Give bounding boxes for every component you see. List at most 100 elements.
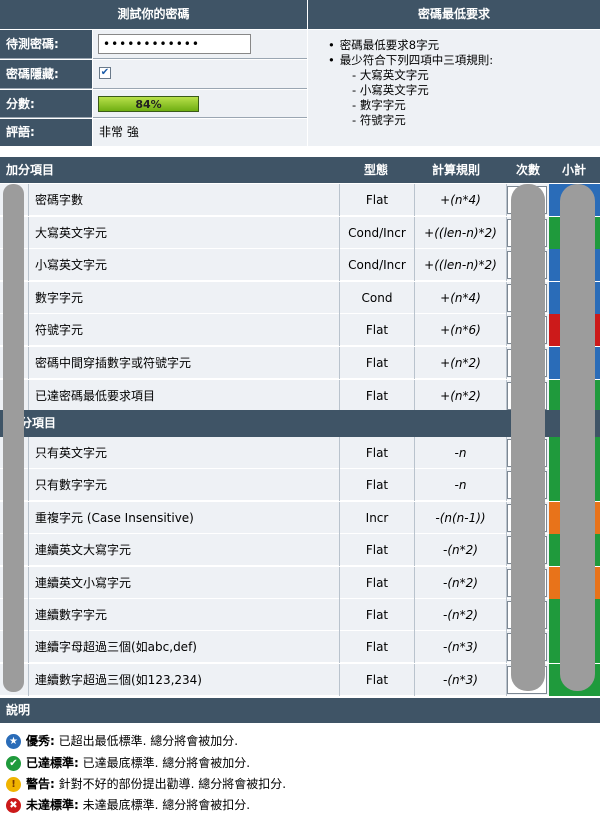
legend-label: 未達標準: <box>26 798 79 812</box>
score-bar: 84% <box>98 96 199 112</box>
min-requirements-header: 密碼最低要求 <box>308 0 600 29</box>
row-rule: -(n*3) <box>415 631 507 664</box>
check-icon: ✔ <box>6 756 21 771</box>
row-item-name: 重複字元 (Case Insensitive) <box>28 501 340 534</box>
row-icon-column-overlay <box>3 184 24 692</box>
legend-label: 已達標準: <box>26 756 79 770</box>
row-type: Flat <box>340 437 415 469</box>
table-row: 只有英文字元 Flat -n <box>0 437 600 469</box>
header-bonus-items: 加分項目 <box>6 163 55 177</box>
password-cell <box>93 30 307 59</box>
table-row: 數字字元 Cond +(n*4) <box>0 281 600 314</box>
row-rule: +((len-n)*2) <box>415 216 507 249</box>
password-input[interactable] <box>98 34 251 54</box>
row-item-name: 連續數字字元 <box>28 599 340 631</box>
header-count: 次數 <box>516 163 541 177</box>
table-row: 已達密碼最低要求項目 Flat +(n*2) <box>0 379 600 412</box>
row-item-name: 密碼中間穿插數字或符號字元 <box>28 347 340 379</box>
table-row: 連續英文大寫字元 Flat -(n*2) <box>0 534 600 567</box>
row-type: Flat <box>340 631 415 664</box>
test-password-header: 測試你的密碼 <box>0 0 307 29</box>
row-rule: -(n*2) <box>415 566 507 599</box>
row-type: Cond/Incr <box>340 216 415 249</box>
row-item-name: 大寫英文字元 <box>28 216 340 249</box>
table-row: 連續英文小寫字元 Flat -(n*2) <box>0 566 600 599</box>
row-rule: -(n(n-1)) <box>415 501 507 534</box>
row-item-name: 符號字元 <box>28 314 340 347</box>
table-row: 只有數字字元 Flat -n <box>0 469 600 502</box>
row-rule: +(n*2) <box>415 347 507 379</box>
requirement-subitem: 大寫英文字元 <box>338 68 600 83</box>
hide-password-cell: ✔ <box>93 60 307 89</box>
requirement-subitem: 數字字元 <box>338 98 600 113</box>
count-column-overlay <box>511 184 545 691</box>
legend-text: 未達最底標準. 總分將會被扣分. <box>82 798 251 812</box>
row-rule: +(n*4) <box>415 184 507 216</box>
row-item-name: 連續字母超過三個(如abc,def) <box>28 631 340 664</box>
legend-item-fail: ✖ 未達標準: 未達最底標準. 總分將會被扣分. <box>6 797 250 813</box>
hide-password-label: 密碼隱藏: <box>0 60 92 89</box>
requirements-box: 密碼最低要求8字元 最少符合下列四項中三項規則: 大寫英文字元 小寫英文字元 數… <box>308 30 600 146</box>
row-rule: -n <box>415 437 507 469</box>
row-rule: +((len-n)*2) <box>415 249 507 282</box>
legend-item-warning: ! 警告: 針對不好的部份提出勸導. 總分將會被扣分. <box>6 776 286 792</box>
row-type: Flat <box>340 663 415 696</box>
row-item-name: 已達密碼最低要求項目 <box>28 379 340 412</box>
table-row: 小寫英文字元 Cond/Incr +((len-n)*2) <box>0 249 600 282</box>
rating-value: 非常 強 <box>93 119 307 146</box>
row-rule: -(n*2) <box>415 534 507 567</box>
row-item-name: 數字字元 <box>28 281 340 314</box>
header-subtotal: 小計 <box>562 163 587 177</box>
row-rule: -n <box>415 469 507 502</box>
requirement-subitem: 符號字元 <box>338 113 600 128</box>
row-rule: -(n*2) <box>415 599 507 631</box>
legend-header: 說明 <box>0 698 600 723</box>
row-rule: +(n*2) <box>415 379 507 412</box>
row-item-name: 只有數字字元 <box>28 469 340 502</box>
requirement-item: 密碼最低要求8字元 <box>338 38 600 53</box>
legend-text: 針對不好的部份提出勸導. 總分將會被扣分. <box>58 777 287 791</box>
warning-icon: ! <box>6 777 21 792</box>
row-item-name: 小寫英文字元 <box>28 249 340 282</box>
table-row: 連續字母超過三個(如abc,def) Flat -(n*3) <box>0 631 600 664</box>
row-rule: +(n*6) <box>415 314 507 347</box>
row-type: Flat <box>340 347 415 379</box>
legend-item-excellent: ★ 優秀: 已超出最低標準. 總分將會被加分. <box>6 733 238 749</box>
table-row: 密碼中間穿插數字或符號字元 Flat +(n*2) <box>0 347 600 379</box>
row-type: Flat <box>340 534 415 567</box>
row-item-name: 連續數字超過三個(如123,234) <box>28 663 340 696</box>
row-rule: -(n*3) <box>415 663 507 696</box>
header-type: 型態 <box>364 163 389 177</box>
score-label: 分數: <box>0 90 92 118</box>
row-type: Flat <box>340 184 415 216</box>
header-rule: 計算規則 <box>432 163 481 177</box>
table-header: 加分項目 型態 計算規則 次數 小計 <box>0 157 600 183</box>
row-type: Flat <box>340 314 415 347</box>
legend-text: 已達最底標準. 總分將會被加分. <box>82 756 251 770</box>
table-row: 符號字元 Flat +(n*6) <box>0 314 600 347</box>
legend-item-pass: ✔ 已達標準: 已達最底標準. 總分將會被加分. <box>6 755 250 771</box>
star-icon: ★ <box>6 734 21 749</box>
row-rule: +(n*4) <box>415 281 507 314</box>
row-type: Flat <box>340 469 415 502</box>
row-item-name: 只有英文字元 <box>28 437 340 469</box>
legend-text: 已超出最低標準. 總分將會被加分. <box>58 734 239 748</box>
row-type: Flat <box>340 566 415 599</box>
row-item-name: 密碼字數 <box>28 184 340 216</box>
hide-password-checkbox[interactable]: ✔ <box>99 67 111 79</box>
legend-label: 警告: <box>26 777 55 791</box>
table-row: 大寫英文字元 Cond/Incr +((len-n)*2) <box>0 216 600 249</box>
score-cell: 84% <box>93 90 307 118</box>
requirement-subitem: 小寫英文字元 <box>338 83 600 98</box>
subtotal-column-overlay <box>560 184 595 691</box>
rating-label: 評語: <box>0 119 92 146</box>
legend-label: 優秀: <box>26 734 55 748</box>
table-row: 重複字元 (Case Insensitive) Incr -(n(n-1)) <box>0 501 600 534</box>
row-type: Cond/Incr <box>340 249 415 282</box>
table-row: 連續數字字元 Flat -(n*2) <box>0 599 600 631</box>
row-type: Flat <box>340 379 415 412</box>
cross-icon: ✖ <box>6 798 21 813</box>
row-item-name: 連續英文小寫字元 <box>28 566 340 599</box>
row-item-name: 連續英文大寫字元 <box>28 534 340 567</box>
row-type: Flat <box>340 599 415 631</box>
